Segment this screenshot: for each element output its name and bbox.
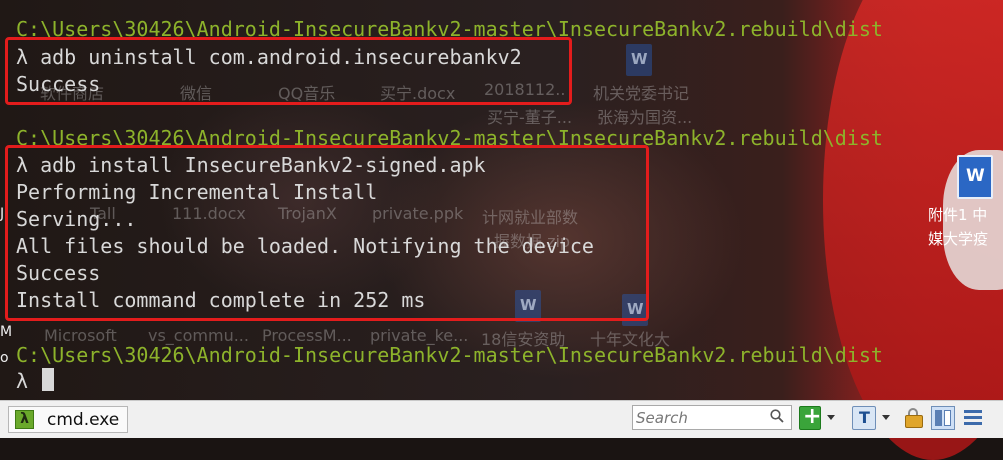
menu-button[interactable] [961,406,985,430]
search-input[interactable] [636,407,766,428]
menu-icon [964,416,982,419]
prompt-path: C:\Users\30426\Android-InsecureBankv2-ma… [16,343,883,367]
lambda-icon: λ [15,410,34,429]
lock-icon-body [905,415,923,428]
search-box[interactable] [632,405,792,430]
highlight-box-uninstall [5,37,572,105]
new-console-button[interactable]: + [799,404,822,430]
console-list-button[interactable]: T [852,406,876,430]
chevron-down-icon[interactable] [824,406,838,430]
tab-label: cmd.exe [47,410,120,430]
plus-icon: + [803,404,822,429]
highlight-box-install [5,145,649,321]
status-bar: λ cmd.exe + T [0,400,1003,438]
tab-cmd[interactable]: λ cmd.exe [8,406,128,433]
prompt-symbol: λ [16,369,29,393]
console-icon: T [859,408,870,427]
menu-icon [964,422,982,425]
terminal-console[interactable]: C:\Users\30426\Android-InsecureBankv2-ma… [0,0,1003,400]
menu-icon [964,410,982,413]
lock-button[interactable] [903,406,925,430]
search-icon[interactable] [770,409,784,423]
text-cursor[interactable] [42,368,54,391]
chevron-down-icon[interactable] [879,406,893,430]
split-view-button[interactable] [931,406,955,430]
